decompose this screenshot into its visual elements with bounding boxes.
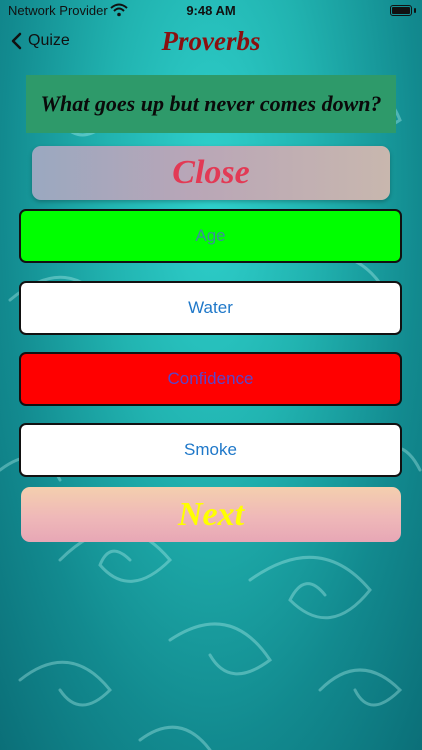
status-time: 9:48 AM (186, 3, 236, 18)
navigation-bar: Quize Proverbs (0, 24, 422, 64)
answer-label: Smoke (184, 440, 237, 459)
close-button[interactable]: Close (32, 146, 390, 200)
answer-option-age[interactable]: Age (19, 209, 402, 263)
battery-icon (390, 5, 412, 16)
answer-option-water[interactable]: Water (19, 281, 402, 335)
status-bar: Network Provider 9:48 AM (0, 0, 422, 22)
answer-option-confidence[interactable]: Confidence (19, 352, 402, 406)
page-title: Proverbs (161, 26, 261, 56)
answer-option-smoke[interactable]: Smoke (19, 423, 402, 477)
battery-cap (414, 8, 416, 13)
answer-label: Water (188, 298, 233, 317)
answer-label: Age (195, 226, 226, 245)
next-button[interactable]: Next (21, 487, 401, 542)
question-text: What goes up but never comes down? (26, 75, 396, 133)
answer-label: Confidence (167, 369, 254, 388)
